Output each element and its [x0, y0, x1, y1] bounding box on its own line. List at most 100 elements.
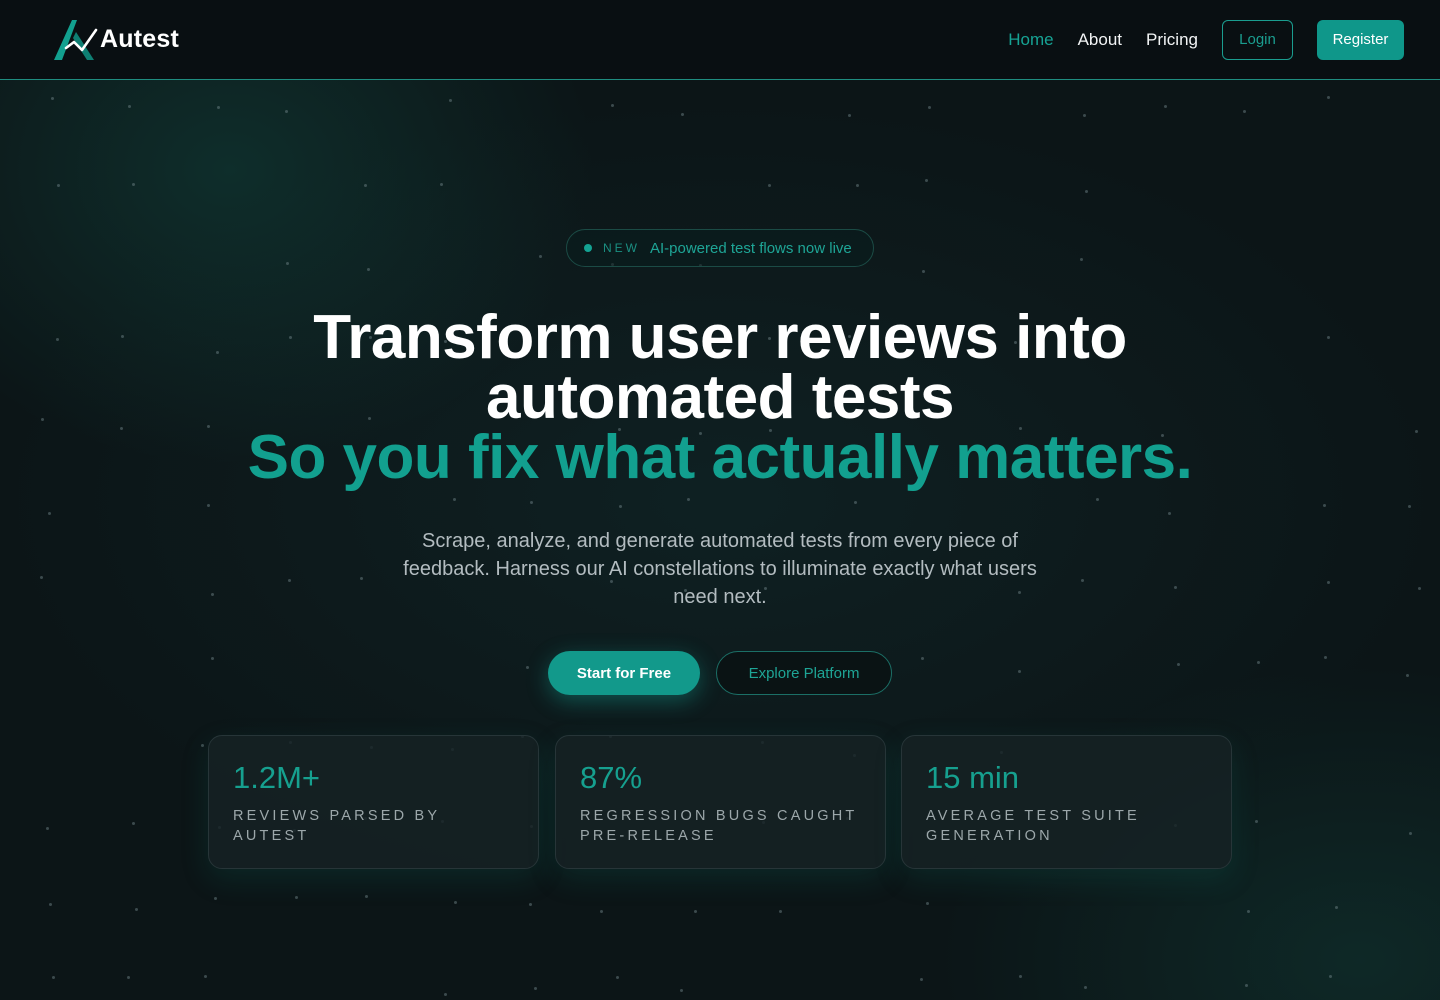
star-dot [295, 896, 298, 899]
autest-logo-icon [54, 19, 98, 60]
star-dot [286, 262, 289, 265]
star-dot [848, 114, 851, 117]
star-dot [1174, 586, 1177, 589]
stat-value: 1.2M+ [233, 760, 321, 795]
stat-value: 87% [580, 760, 643, 795]
star-dot [1327, 581, 1330, 584]
star-dot [926, 902, 929, 905]
headline-accent: So you fix what actually matters. [247, 423, 1193, 492]
star-dot [922, 270, 925, 273]
star-dot [40, 576, 43, 579]
star-dot [52, 976, 55, 979]
star-dot [687, 498, 690, 501]
nav-link-home[interactable]: Home [1008, 30, 1053, 50]
star-dot [454, 901, 457, 904]
star-dot [127, 976, 130, 979]
brand[interactable]: Autest [52, 18, 179, 62]
star-dot [1335, 906, 1338, 909]
explore-platform-button[interactable]: Explore Platform [716, 651, 892, 695]
star-dot [539, 255, 542, 258]
star-dot [211, 657, 214, 660]
badge-tag: NEW [603, 241, 640, 255]
headline-line-1: Transform user reviews into [313, 303, 1127, 372]
star-dot [207, 504, 210, 507]
star-dot [1083, 114, 1086, 117]
star-dot [48, 512, 51, 515]
star-dot [1409, 832, 1412, 835]
star-dot [1406, 674, 1409, 677]
star-dot [360, 577, 363, 580]
star-dot [132, 183, 135, 186]
stat-label: Regression bugs caught pre-release [580, 808, 858, 844]
star-dot [1418, 587, 1421, 590]
star-dot [453, 498, 456, 501]
stat-value: 15 min [926, 760, 1020, 795]
stat-label: Average test suite generation [926, 808, 1140, 844]
star-dot [856, 184, 859, 187]
star-dot [128, 105, 131, 108]
login-button[interactable]: Login [1222, 19, 1293, 60]
star-dot [46, 827, 49, 830]
star-dot [530, 501, 533, 504]
star-dot [201, 744, 204, 747]
star-dot [1084, 986, 1087, 989]
stat-label: Reviews parsed by Autest [233, 808, 440, 844]
star-dot [1323, 504, 1326, 507]
star-dot [214, 897, 217, 900]
star-dot [132, 822, 135, 825]
star-dot [1408, 505, 1411, 508]
announcement-badge[interactable]: NEW AI-powered test flows now live [566, 229, 874, 267]
stat-card-bugs: 87% Regression bugs caught pre-release [555, 735, 886, 869]
star-dot [616, 976, 619, 979]
star-dot [1177, 663, 1180, 666]
status-dot-icon [584, 244, 592, 252]
star-dot [1245, 984, 1248, 987]
hero-headline: Transform user reviews into automated te… [0, 307, 1440, 492]
start-for-free-button[interactable]: Start for Free [548, 651, 700, 695]
star-dot [1168, 512, 1171, 515]
star-dot [1247, 910, 1250, 913]
star-dot [1081, 579, 1084, 582]
star-dot [49, 903, 52, 906]
star-dot [611, 104, 614, 107]
star-dot [51, 97, 54, 100]
nav-link-about[interactable]: About [1078, 30, 1122, 50]
register-button[interactable]: Register [1317, 19, 1404, 60]
star-dot [364, 184, 367, 187]
star-dot [1019, 975, 1022, 978]
star-dot [285, 110, 288, 113]
star-dot [921, 657, 924, 660]
star-dot [529, 903, 532, 906]
star-dot [1327, 96, 1330, 99]
star-dot [1018, 670, 1021, 673]
star-dot [449, 99, 452, 102]
nav-link-pricing[interactable]: Pricing [1146, 30, 1198, 50]
star-dot [619, 505, 622, 508]
star-dot [211, 593, 214, 596]
star-dot [1255, 820, 1258, 823]
star-dot [57, 184, 60, 187]
star-dot [217, 106, 220, 109]
star-dot [600, 910, 603, 913]
star-dot [680, 989, 683, 992]
stat-card-reviews: 1.2M+ Reviews parsed by Autest [208, 735, 539, 869]
star-dot [1257, 661, 1260, 664]
star-dot [1164, 105, 1167, 108]
star-dot [768, 184, 771, 187]
star-dot [779, 910, 782, 913]
headline-line-2: automated tests [486, 363, 954, 432]
star-dot [925, 179, 928, 182]
star-dot [288, 579, 291, 582]
star-dot [854, 501, 857, 504]
stat-card-generation: 15 min Average test suite generation [901, 735, 1232, 869]
nav-menu: Home About Pricing Login Register [1008, 19, 1404, 60]
badge-text: AI-powered test flows now live [650, 239, 852, 257]
top-navigation: Autest Home About Pricing Login Register [0, 0, 1440, 80]
star-dot [135, 908, 138, 911]
star-dot [928, 106, 931, 109]
star-dot [440, 183, 443, 186]
star-dot [367, 268, 370, 271]
brand-name: Autest [100, 25, 179, 53]
star-dot [534, 987, 537, 990]
star-dot [365, 895, 368, 898]
